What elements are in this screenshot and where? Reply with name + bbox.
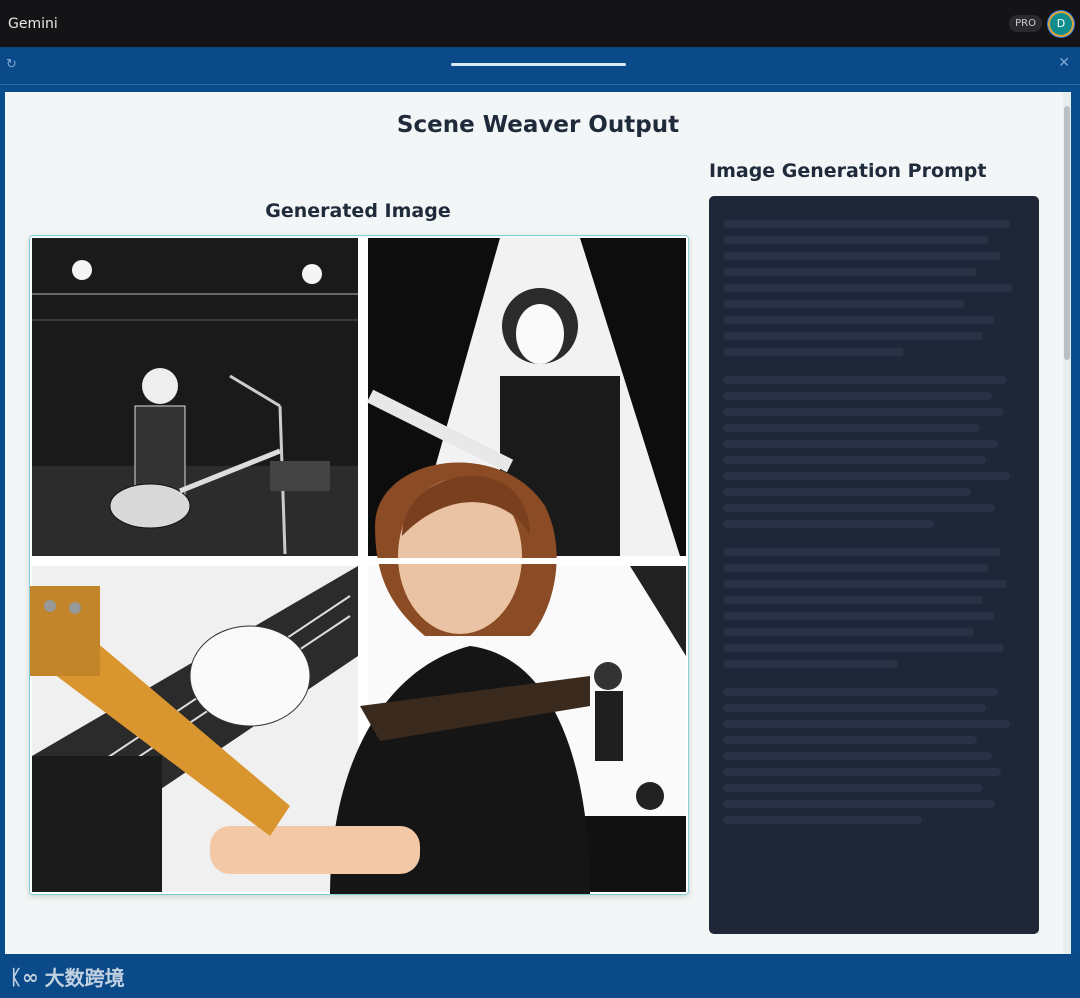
prompt-line — [723, 816, 923, 824]
prompt-text-box[interactable] — [709, 196, 1039, 934]
logo-icon: ᛕ∞ — [10, 964, 39, 989]
prompt-line — [723, 392, 992, 400]
prompt-line — [723, 284, 1013, 292]
prompt-line — [723, 440, 998, 448]
loading-bar: ↻ ✕ — [0, 47, 1080, 85]
watermark: ᛕ∞ 大数跨境 — [10, 962, 125, 991]
prompt-line — [723, 784, 983, 792]
prompt-line — [723, 300, 965, 308]
prompt-line — [723, 376, 1007, 384]
prompt-line — [723, 424, 980, 432]
output-panel: Scene Weaver Output Generated Image Imag… — [5, 92, 1071, 954]
prompt-line — [723, 408, 1004, 416]
prompt-line — [723, 612, 995, 620]
prompt-line — [723, 268, 977, 276]
panel-scrollbar[interactable] — [1063, 92, 1071, 954]
watermark-text: 大数跨境 — [44, 966, 125, 990]
prompt-line — [723, 644, 1004, 652]
prompt-line — [723, 348, 905, 356]
prompt-line — [723, 504, 995, 512]
refresh-icon[interactable]: ↻ — [6, 57, 17, 72]
prompt-line — [723, 472, 1010, 480]
prompt-line — [723, 752, 992, 760]
prompt-line — [723, 564, 989, 572]
prompt-line — [723, 252, 1001, 260]
prompt-line — [723, 548, 1001, 556]
top-bar: Gemini PRO D — [0, 0, 1080, 47]
prompt-line — [723, 456, 986, 464]
prompt-line — [723, 628, 974, 636]
prompt-line — [723, 800, 995, 808]
progress-indicator — [451, 63, 626, 66]
prompt-line — [723, 236, 989, 244]
prompt-line — [723, 660, 899, 668]
app-title: Gemini — [8, 15, 58, 32]
avatar-letter: D — [1056, 17, 1066, 30]
comic-collage-image — [30, 236, 688, 894]
prompt-line — [723, 220, 1010, 228]
page-title: Scene Weaver Output — [396, 112, 680, 138]
prompt-line — [723, 768, 1001, 776]
bottom-bar: ᛕ∞ 大数跨境 — [0, 954, 1080, 998]
avatar[interactable]: D — [1050, 12, 1072, 35]
plan-badge: PRO — [1009, 15, 1042, 32]
prompt-line — [723, 704, 986, 712]
generated-image[interactable] — [29, 235, 689, 895]
prompt-line — [723, 736, 977, 744]
prompt-line — [723, 720, 1010, 728]
scrollbar-thumb[interactable] — [1064, 106, 1070, 360]
prompt-line — [723, 688, 998, 696]
comic-panel-stage — [32, 238, 358, 556]
close-icon[interactable]: ✕ — [1058, 55, 1070, 71]
prompt-line — [723, 596, 983, 604]
account-area: PRO D — [1009, 12, 1072, 35]
prompt-section-title: Image Generation Prompt — [709, 160, 987, 182]
prompt-line — [723, 316, 995, 324]
prompt-line — [723, 488, 971, 496]
prompt-line — [723, 332, 983, 340]
prompt-line — [723, 580, 1007, 588]
generated-image-title: Generated Image — [265, 200, 451, 222]
prompt-line — [723, 520, 935, 528]
